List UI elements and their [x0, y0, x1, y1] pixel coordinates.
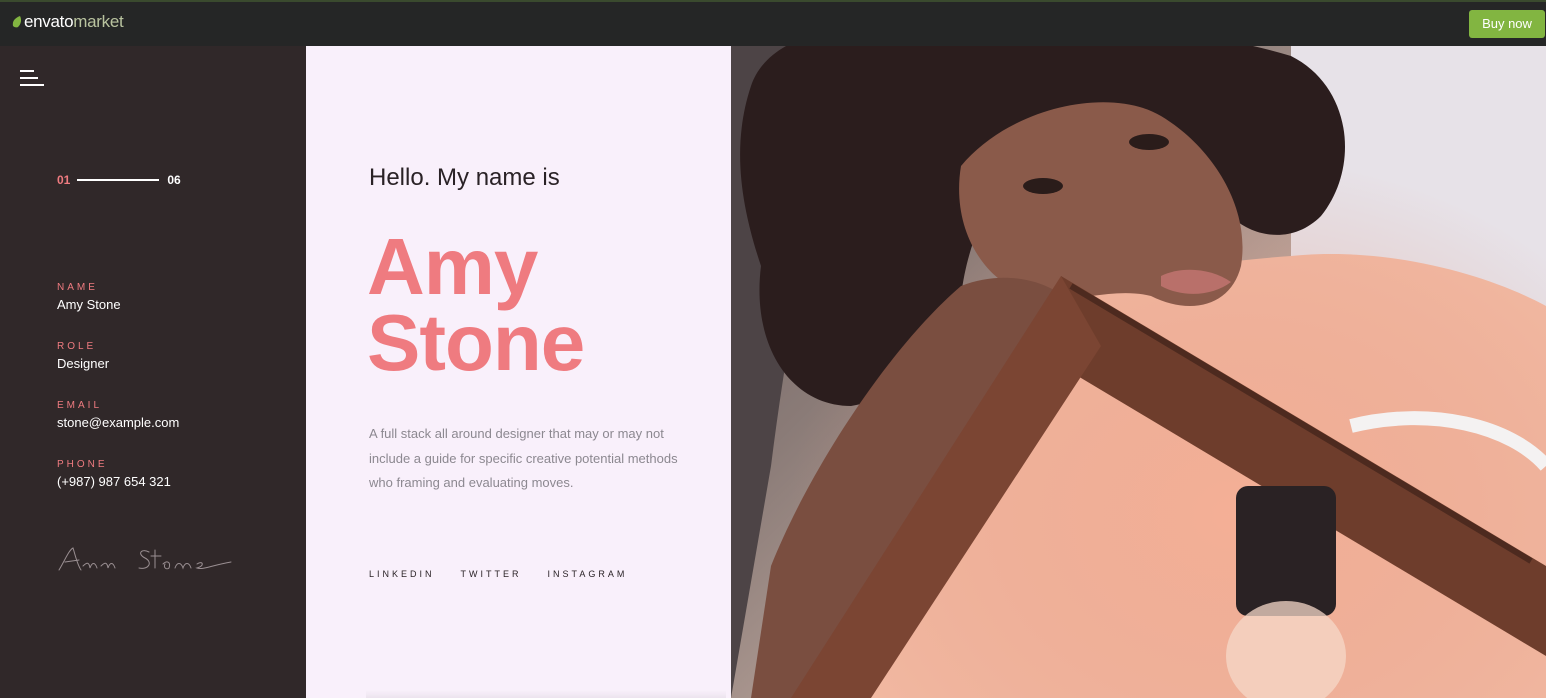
social-link-linkedin[interactable]: LINKEDIN [369, 569, 435, 579]
pager-total: 06 [167, 173, 181, 187]
profile-sidebar: 01 06 NAME Amy Stone ROLE Designer EMAIL… [0, 46, 306, 698]
hero-description: A full stack all around designer that ma… [369, 426, 678, 490]
info-name-value: Amy Stone [57, 297, 121, 312]
info-role: ROLE Designer [57, 341, 109, 371]
pager-progress-line [77, 179, 160, 181]
handwritten-signature [58, 547, 232, 571]
portrait-photo [731, 46, 1546, 698]
buy-now-button[interactable]: Buy now [1469, 10, 1545, 38]
slide-pager: 01 06 [57, 173, 181, 187]
pager-current: 01 [57, 173, 71, 187]
hamburger-menu-icon[interactable] [20, 70, 46, 88]
info-email: EMAIL stone@example.com [57, 400, 179, 430]
info-email-value[interactable]: stone@example.com [57, 415, 179, 430]
social-links: LINKEDIN TWITTER INSTAGRAM [369, 569, 653, 579]
hero-content: Hello. My name is Amy Stone A full stack… [306, 46, 731, 698]
logo-main-text: envato [24, 12, 74, 31]
portrait-illustration [731, 46, 1546, 698]
hero-greeting: Hello. My name is [369, 164, 560, 191]
info-name-label: NAME [57, 282, 98, 293]
panel-shadow [366, 690, 726, 698]
info-phone: PHONE (+987) 987 654 321 [57, 459, 171, 489]
social-link-instagram[interactable]: INSTAGRAM [548, 569, 628, 579]
hero-first-name: Amy [367, 222, 538, 311]
info-name: NAME Amy Stone [57, 282, 121, 312]
social-link-twitter[interactable]: TWITTER [461, 569, 522, 579]
info-phone-label: PHONE [57, 459, 108, 470]
info-phone-value: (+987) 987 654 321 [57, 474, 171, 489]
info-role-value: Designer [57, 356, 110, 371]
leaf-icon [12, 16, 22, 28]
hero-name: Amy Stone [367, 222, 585, 387]
logo-text: envatomarket [24, 12, 124, 32]
hero-last-name: Stone [367, 298, 585, 387]
envato-market-logo[interactable]: envatomarket [12, 12, 124, 32]
envato-topbar: envatomarket Buy now [0, 0, 1546, 46]
logo-sub-text: market [73, 12, 124, 31]
info-role-label: ROLE [57, 341, 97, 352]
info-email-label: EMAIL [57, 400, 103, 411]
